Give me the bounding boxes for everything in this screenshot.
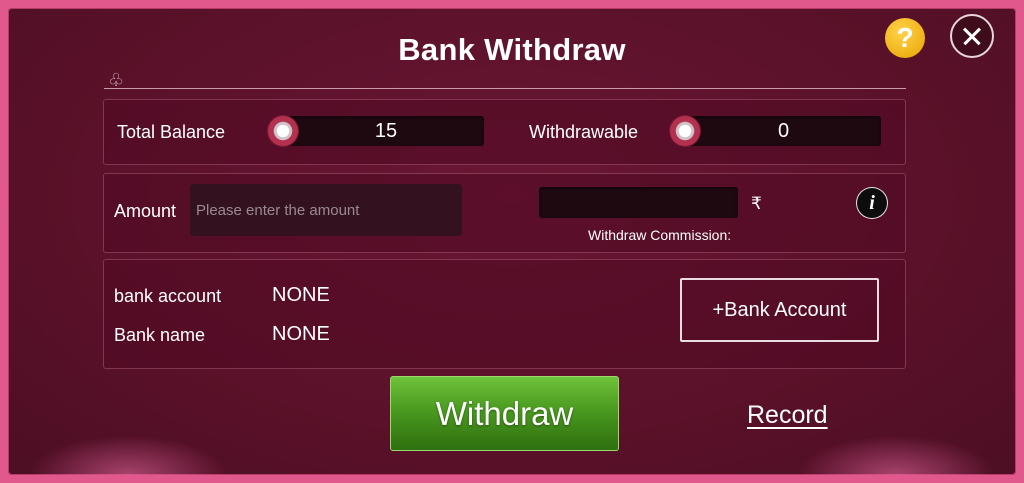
chip-icon <box>670 116 700 146</box>
rupee-symbol: ₹ <box>751 194 762 213</box>
bank-account-value: NONE <box>272 284 330 306</box>
chip-icon <box>268 116 298 146</box>
withdraw-commission-label: Withdraw Commission: <box>588 227 732 243</box>
total-balance-label: Total Balance <box>117 122 226 142</box>
total-balance-value: 15 <box>288 116 484 146</box>
amount-input[interactable] <box>190 184 462 236</box>
amount-label: Amount <box>114 201 177 221</box>
close-icon[interactable] <box>950 14 994 58</box>
withdrawable-value: 0 <box>686 116 881 146</box>
bottom-glow-left <box>28 435 228 475</box>
record-link[interactable]: Record <box>747 401 828 430</box>
info-icon[interactable]: i <box>857 188 887 218</box>
bottom-glow-right <box>796 435 996 475</box>
commission-value-box <box>539 187 738 218</box>
bank-name-label: Bank name <box>114 325 206 345</box>
title-divider <box>104 88 906 89</box>
dialog-title: Bank Withdraw <box>398 32 626 67</box>
add-bank-account-button[interactable]: +Bank Account <box>680 278 879 342</box>
withdrawable-label: Withdrawable <box>529 122 639 142</box>
withdraw-button[interactable]: Withdraw <box>390 376 619 451</box>
bank-name-value: NONE <box>272 323 330 345</box>
bank-account-label: bank account <box>114 286 222 306</box>
question-icon[interactable]: ? <box>885 18 925 58</box>
